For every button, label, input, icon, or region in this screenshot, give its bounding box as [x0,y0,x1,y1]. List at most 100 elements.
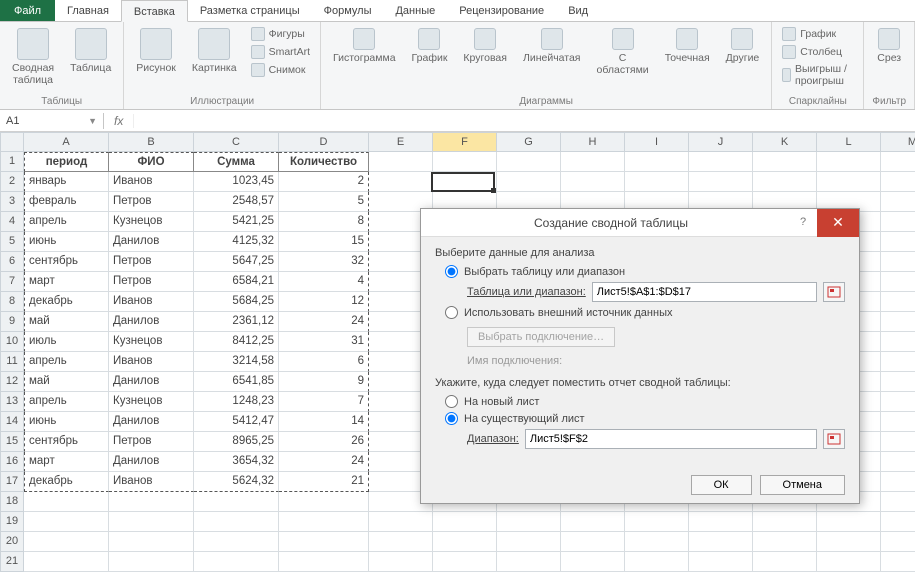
column-header-M[interactable]: M [881,132,915,152]
cell-M21[interactable] [881,552,915,572]
cell-D6[interactable]: 32 [279,252,369,272]
radio-new-sheet-input[interactable] [445,395,458,408]
row-header-3[interactable]: 3 [0,192,24,212]
radio-external-input[interactable] [445,306,458,319]
radio-existing-sheet-input[interactable] [445,412,458,425]
row-header-8[interactable]: 8 [0,292,24,312]
cell-A20[interactable] [24,532,109,552]
row-header-9[interactable]: 9 [0,312,24,332]
radio-existing-sheet[interactable]: На существующий лист [445,412,845,425]
cell-A3[interactable]: февраль [24,192,109,212]
cell-A15[interactable]: сентябрь [24,432,109,452]
cell-C2[interactable]: 1023,45 [194,172,279,192]
cell-M5[interactable] [881,232,915,252]
cell-B15[interactable]: Петров [109,432,194,452]
cell-I21[interactable] [625,552,689,572]
cell-E2[interactable] [369,172,433,192]
row-header-2[interactable]: 2 [0,172,24,192]
cell-L21[interactable] [817,552,881,572]
cell-E19[interactable] [369,512,433,532]
table-button[interactable]: Таблица [66,26,115,76]
cell-M18[interactable] [881,492,915,512]
cell-C9[interactable]: 2361,12 [194,312,279,332]
cell-B16[interactable]: Данилов [109,452,194,472]
cell-H1[interactable] [561,152,625,172]
cell-C16[interactable]: 3654,32 [194,452,279,472]
cell-B11[interactable]: Иванов [109,352,194,372]
cell-K1[interactable] [753,152,817,172]
cell-M17[interactable] [881,472,915,492]
cell-B13[interactable]: Кузнецов [109,392,194,412]
cell-D12[interactable]: 9 [279,372,369,392]
cell-H21[interactable] [561,552,625,572]
cell-A19[interactable] [24,512,109,532]
cell-M20[interactable] [881,532,915,552]
cell-D18[interactable] [279,492,369,512]
cell-G21[interactable] [497,552,561,572]
cell-E1[interactable] [369,152,433,172]
cell-A13[interactable]: апрель [24,392,109,412]
cell-F21[interactable] [433,552,497,572]
cell-C4[interactable]: 5421,25 [194,212,279,232]
cell-B1[interactable]: ФИО [109,152,194,172]
cell-E20[interactable] [369,532,433,552]
cell-I2[interactable] [625,172,689,192]
cell-F2[interactable] [433,172,497,192]
row-header-20[interactable]: 20 [0,532,24,552]
help-button[interactable]: ? [789,209,817,237]
slicer-button[interactable]: Срез [873,26,905,66]
tab-formulas[interactable]: Формулы [312,0,384,21]
row-header-19[interactable]: 19 [0,512,24,532]
row-header-6[interactable]: 6 [0,252,24,272]
row-header-13[interactable]: 13 [0,392,24,412]
smartart-button[interactable]: SmartArt [249,44,312,60]
cell-J20[interactable] [689,532,753,552]
column-header-J[interactable]: J [689,132,753,152]
cell-B14[interactable]: Данилов [109,412,194,432]
cell-M13[interactable] [881,392,915,412]
cell-D9[interactable]: 24 [279,312,369,332]
cell-F1[interactable] [433,152,497,172]
cell-B3[interactable]: Петров [109,192,194,212]
cell-M10[interactable] [881,332,915,352]
cell-D16[interactable]: 24 [279,452,369,472]
chart-column-button[interactable]: Гистограмма [329,26,400,66]
cell-A11[interactable]: апрель [24,352,109,372]
cell-M3[interactable] [881,192,915,212]
cell-A5[interactable]: июнь [24,232,109,252]
row-header-18[interactable]: 18 [0,492,24,512]
cell-M15[interactable] [881,432,915,452]
chart-pie-button[interactable]: Круговая [459,26,511,66]
cell-C8[interactable]: 5684,25 [194,292,279,312]
tab-view[interactable]: Вид [556,0,600,21]
cell-D20[interactable] [279,532,369,552]
cell-D15[interactable]: 26 [279,432,369,452]
row-header-14[interactable]: 14 [0,412,24,432]
cell-A17[interactable]: декабрь [24,472,109,492]
close-button[interactable]: ✕ [817,209,859,237]
cell-M11[interactable] [881,352,915,372]
radio-external[interactable]: Использовать внешний источник данных [445,306,845,319]
fx-button[interactable]: fx [104,114,134,128]
clipart-button[interactable]: Картинка [188,26,241,76]
row-header-21[interactable]: 21 [0,552,24,572]
cell-C14[interactable]: 5412,47 [194,412,279,432]
cell-A6[interactable]: сентябрь [24,252,109,272]
tab-data[interactable]: Данные [383,0,447,21]
cell-C20[interactable] [194,532,279,552]
column-header-E[interactable]: E [369,132,433,152]
column-header-H[interactable]: H [561,132,625,152]
cell-A14[interactable]: июнь [24,412,109,432]
column-header-B[interactable]: B [109,132,194,152]
cell-A2[interactable]: январь [24,172,109,192]
cell-B5[interactable]: Данилов [109,232,194,252]
row-header-17[interactable]: 17 [0,472,24,492]
cell-C6[interactable]: 5647,25 [194,252,279,272]
cell-B7[interactable]: Петров [109,272,194,292]
shapes-button[interactable]: Фигуры [249,26,312,42]
row-header-15[interactable]: 15 [0,432,24,452]
destination-picker-button[interactable] [823,429,845,449]
cell-L20[interactable] [817,532,881,552]
cell-M6[interactable] [881,252,915,272]
cell-C17[interactable]: 5624,32 [194,472,279,492]
